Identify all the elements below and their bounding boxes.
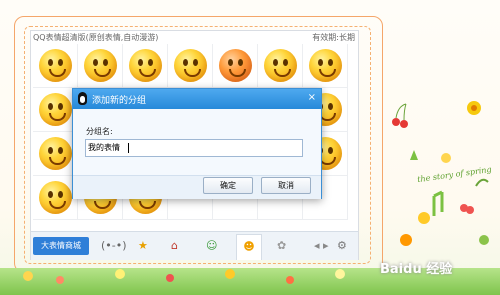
house-tab-icon[interactable]: ⌂ bbox=[171, 239, 178, 252]
annoyed-face-icon bbox=[174, 49, 207, 82]
gear-icon[interactable]: ⚙ bbox=[337, 239, 347, 252]
group-name-label: 分组名: bbox=[86, 127, 113, 136]
smile-face-icon bbox=[129, 49, 162, 82]
squint-face-icon bbox=[39, 181, 72, 214]
ok-button[interactable]: 确定 bbox=[203, 177, 253, 194]
group-name-input[interactable]: 我的表情 bbox=[85, 139, 303, 157]
shocked-face-icon bbox=[309, 49, 342, 82]
cancel-button[interactable]: 取消 bbox=[261, 177, 311, 194]
qq-penguin-icon bbox=[78, 92, 87, 105]
kaomoji-tab-icon[interactable]: (•-•) bbox=[101, 239, 127, 252]
giggle-face-icon bbox=[84, 49, 117, 82]
validity-label: 有效期:长期 bbox=[312, 33, 355, 42]
emoji-tab-icon[interactable]: ☻ bbox=[236, 234, 262, 260]
angry-fire-face-icon bbox=[219, 49, 252, 82]
emoji-cell[interactable] bbox=[258, 44, 303, 88]
dialog-body: 分组名: 我的表情 bbox=[73, 109, 321, 175]
emoji-cell[interactable] bbox=[78, 44, 123, 88]
emoji-cell[interactable] bbox=[33, 44, 78, 88]
grin-face-icon bbox=[39, 93, 72, 126]
emoji-cell[interactable] bbox=[123, 44, 168, 88]
hammer-face-icon bbox=[39, 137, 72, 170]
emoji-cell[interactable] bbox=[213, 44, 258, 88]
emoji-cell[interactable] bbox=[168, 44, 213, 88]
dialog-title: 添加新的分组 bbox=[92, 96, 147, 106]
add-group-dialog: 添加新的分组 × 分组名: 我的表情 确定 取消 bbox=[72, 88, 322, 199]
sticker-tab-icon[interactable]: ✿ bbox=[277, 239, 286, 252]
character-tab-icon[interactable]: ☺ bbox=[206, 239, 217, 252]
panel-title: QQ表情超清版(原创表情,自动漫游) bbox=[33, 33, 159, 42]
dialog-titlebar: 添加新的分组 × bbox=[73, 89, 321, 109]
emoji-cell[interactable] bbox=[303, 44, 348, 88]
watermark-logo: Baidu 经验 bbox=[380, 262, 453, 277]
emoji-toolbar: 大表情商城 (•-•) ★ ⌂ ☺ ☻ ✿ ◂ ▸ ⚙ bbox=[31, 231, 358, 260]
laughing-face-icon bbox=[39, 49, 72, 82]
nervous-face-icon bbox=[264, 49, 297, 82]
close-icon[interactable]: × bbox=[308, 92, 316, 103]
favorites-star-icon[interactable]: ★ bbox=[138, 239, 148, 252]
scroll-arrows-icon[interactable]: ◂ ▸ bbox=[314, 239, 329, 252]
emoji-mall-button[interactable]: 大表情商城 bbox=[33, 237, 89, 255]
